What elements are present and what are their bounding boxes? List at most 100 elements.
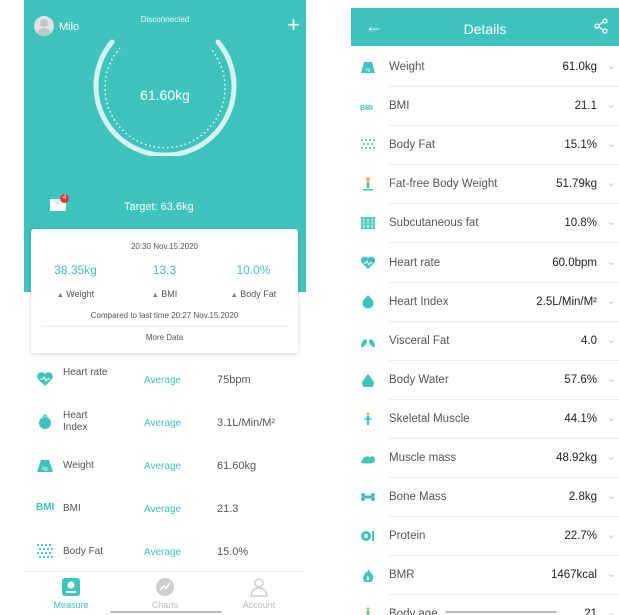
detail-row-muscle-mass[interactable]: Muscle mass 48.92kg ⌄: [351, 439, 619, 478]
detail-name: Heart rate: [389, 256, 441, 269]
chevron-down-icon[interactable]: ⌄: [607, 606, 616, 615]
metric-row-body-fat[interactable]: Body Fat Average 15.0%: [24, 530, 306, 572]
chevron-down-icon[interactable]: ⌄: [607, 489, 616, 502]
tab-label: Account: [242, 600, 276, 610]
detail-row-skeletal-muscle[interactable]: Skeletal Muscle 44.1% ⌄: [351, 400, 619, 439]
detail-value: 60.0bpm: [552, 256, 597, 269]
more-data-button[interactable]: More Data: [31, 333, 298, 342]
detail-name: Visceral Fat: [389, 334, 450, 347]
detail-name: Skeletal Muscle: [389, 412, 470, 425]
metric-status: Average: [144, 547, 182, 558]
chevron-down-icon[interactable]: ⌄: [607, 137, 616, 150]
scale-icon: kg: [37, 460, 53, 472]
detail-name: Weight: [389, 61, 425, 73]
scale-device-icon: [62, 578, 80, 596]
metric-status: Average: [144, 504, 182, 515]
chevron-down-icon[interactable]: ⌄: [607, 333, 616, 346]
home-indicator: [445, 611, 557, 613]
tab-charts[interactable]: Charts: [118, 572, 212, 615]
detail-value: 57.6%: [564, 373, 597, 386]
tab-measure[interactable]: Measure: [24, 572, 118, 615]
chevron-down-icon[interactable]: ⌄: [607, 255, 616, 268]
chevron-down-icon[interactable]: ⌄: [607, 98, 616, 111]
heart-index-icon: [39, 414, 51, 429]
tab-account[interactable]: Account: [212, 572, 306, 615]
latest-measurement-card: 20:30 Nov.15,2020 38.35kg 13.3 10.0% ▲ W…: [31, 229, 298, 353]
card-bmi-label-text: BMI: [161, 289, 178, 299]
card-bodyfat-value: 10.0%: [236, 263, 271, 277]
metric-row-weight[interactable]: kg Weight Average 61.60kg: [24, 444, 306, 486]
detail-row-protein[interactable]: Protein 22.7% ⌄: [351, 517, 619, 557]
detail-row-body-water[interactable]: Body Water 57.6% ⌄: [351, 361, 619, 400]
detail-row-body-fat[interactable]: Body Fat 15.1% ⌄: [351, 126, 619, 166]
detail-name: Bone Mass: [389, 491, 447, 504]
card-bmi-value: 13.3: [152, 263, 177, 277]
metric-status: Average: [144, 461, 182, 472]
tab-bar: Measure Charts Account: [24, 571, 306, 615]
detail-name: Heart Index: [389, 295, 449, 308]
detail-row-fat-free-body-weight[interactable]: Fat-free Body Weight 51.79kg ⌄: [351, 165, 619, 205]
body-fat-icon: [361, 139, 375, 150]
connection-status: Disconnected: [140, 15, 190, 24]
details-screen: ← Details kg Weight 61.0kg ⌄ BMI BMI 21.1 ⌄ Body…: [351, 0, 619, 615]
detail-row-bone-mass[interactable]: Bone Mass 2.8kg ⌄: [351, 478, 619, 518]
detail-value: 61.0kg: [562, 61, 597, 73]
detail-row-heart-rate[interactable]: Heart rate 60.0bpm ⌄: [351, 244, 619, 283]
chevron-down-icon[interactable]: ⌄: [607, 215, 616, 228]
person-icon: [250, 578, 268, 597]
detail-value: 48.92kg: [556, 452, 597, 464]
lungs-icon: [361, 335, 375, 347]
metric-name: BMI: [63, 503, 81, 514]
metric-name: Heart Index: [63, 410, 88, 433]
metric-value: 61.60kg: [217, 460, 257, 472]
mail-badge: 4: [60, 194, 69, 203]
person-icon: [363, 177, 373, 191]
muscle-icon: [361, 456, 375, 464]
chevron-down-icon[interactable]: ⌄: [607, 59, 616, 72]
detail-row-heart-index[interactable]: Heart Index 2.5L/Min/M² ⌄: [351, 283, 619, 322]
detail-row-bmi[interactable]: BMI BMI 21.1 ⌄: [351, 87, 619, 127]
body-age-icon: [366, 607, 370, 615]
heart-index-icon: [362, 294, 374, 309]
chevron-down-icon[interactable]: ⌄: [607, 567, 616, 580]
detail-row-visceral-fat[interactable]: Visceral Fat 4.0 ⌄: [351, 322, 619, 361]
chevron-down-icon[interactable]: ⌄: [607, 372, 616, 385]
detail-row-weight[interactable]: kg Weight 61.0kg ⌄: [351, 48, 619, 87]
chevron-down-icon[interactable]: ⌄: [607, 450, 616, 463]
share-icon[interactable]: [593, 18, 609, 34]
card-bodyfat-label-text: Body Fat: [240, 289, 277, 299]
metric-row-heart-index[interactable]: Heart Index Average 3.1L/Min/M²: [24, 401, 306, 443]
metric-name: Body Fat: [63, 546, 104, 557]
detail-value: 22.7%: [564, 530, 597, 543]
metric-name: Heart rate: [63, 367, 108, 378]
metric-row-bmi[interactable]: BMI BMI Average 21.3: [24, 487, 306, 529]
chevron-down-icon[interactable]: ⌄: [607, 294, 616, 307]
home-indicator: [110, 611, 222, 613]
tab-label: Measure: [53, 600, 89, 610]
card-weight-label-text: Weight: [66, 289, 95, 299]
detail-value: 4.0: [581, 334, 597, 347]
heart-icon: [37, 372, 53, 386]
chevron-down-icon[interactable]: ⌄: [607, 411, 616, 424]
metric-row-heart-rate[interactable]: Heart rate Average 75bpm: [24, 358, 306, 400]
skeletal-muscle-icon: [364, 412, 372, 425]
chart-icon: [156, 578, 174, 596]
card-bodyfat-label: ▲ Body Fat: [209, 289, 298, 299]
add-icon[interactable]: +: [287, 14, 300, 36]
measurement-time: 20:30 Nov.15,2020: [130, 242, 198, 251]
up-arrow-icon: ▲: [151, 292, 159, 299]
chevron-down-icon[interactable]: ⌄: [607, 528, 616, 541]
detail-row-subcutaneous-fat[interactable]: Subcutaneous fat 10.8% ⌄: [351, 204, 619, 244]
metric-value: 15.0%: [217, 546, 249, 558]
metric-name: Weight: [63, 460, 94, 471]
heart-icon: [360, 256, 376, 269]
detail-row-bmr[interactable]: BMR 1467kcal ⌄: [351, 556, 619, 596]
metric-value: 21.3: [217, 503, 239, 515]
scale-icon: kg: [361, 62, 375, 73]
detail-value: 21.1: [574, 100, 597, 113]
chevron-down-icon[interactable]: ⌄: [607, 176, 616, 189]
body-fat-icon: [36, 543, 54, 559]
detail-name: BMR: [389, 569, 415, 582]
detail-name: Subcutaneous fat: [389, 217, 479, 230]
tab-label: Charts: [151, 600, 179, 610]
